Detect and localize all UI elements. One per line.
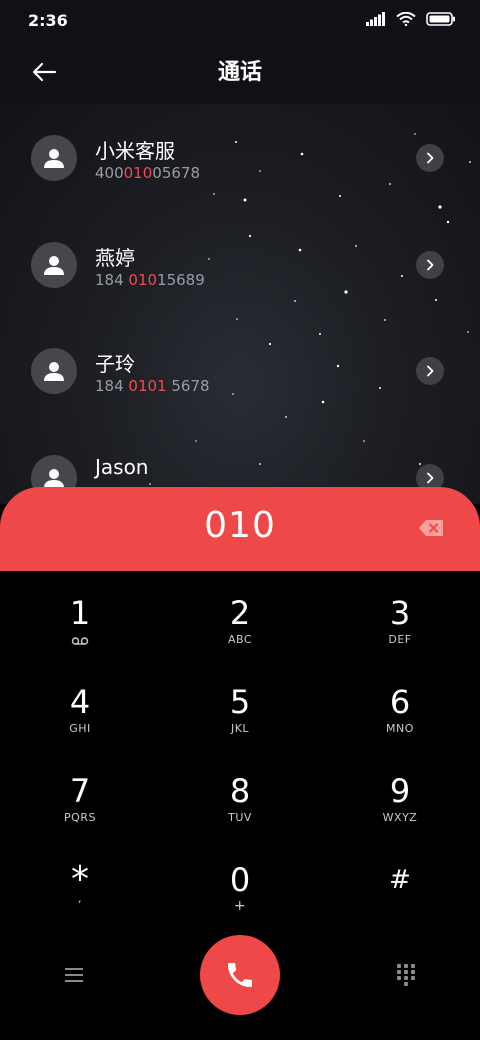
- key-digit: 3: [389, 594, 411, 632]
- contact-row[interactable]: 燕婷 184 01015689: [0, 211, 480, 301]
- key-5[interactable]: 5 JKL: [180, 660, 300, 748]
- contact-name: Jason: [95, 455, 149, 479]
- header: 通话: [0, 40, 480, 104]
- key-letters: ABC: [227, 633, 253, 646]
- wifi-icon: [396, 12, 416, 26]
- avatar: [31, 348, 77, 394]
- key-letters: DEF: [388, 633, 412, 646]
- key-digit: 2: [229, 594, 251, 632]
- phone-icon: [228, 963, 252, 987]
- menu-button[interactable]: [56, 957, 92, 993]
- signal-icon: [366, 12, 385, 26]
- person-icon: [44, 362, 64, 381]
- contact-detail-button[interactable]: [416, 251, 444, 279]
- contact-number: 184 0101 5678: [95, 377, 210, 395]
- key-digit: 1: [69, 594, 91, 632]
- avatar: [31, 135, 77, 181]
- status-bar: 2:36: [0, 0, 480, 40]
- contact-name: 小米客服: [95, 139, 175, 163]
- key-1[interactable]: 1: [20, 571, 140, 659]
- key-letters: GHI: [69, 722, 91, 735]
- key-letters: JKL: [230, 722, 250, 735]
- voicemail-icon: [71, 637, 89, 645]
- contact-row[interactable]: 小米客服 40001005678: [0, 104, 480, 194]
- contact-name: 子玲: [95, 352, 135, 376]
- key-6[interactable]: 6 MNO: [340, 660, 460, 748]
- contact-detail-button[interactable]: [416, 357, 444, 385]
- dial-number-display[interactable]: 010: [0, 505, 480, 546]
- key-3[interactable]: 3 DEF: [340, 571, 460, 659]
- avatar: [31, 242, 77, 288]
- key-digit: #: [389, 865, 411, 895]
- contact-list: 小米客服 40001005678 燕婷 184 01015689 子玲 184 …: [0, 104, 480, 504]
- contact-detail-button[interactable]: [416, 144, 444, 172]
- key-digit: 7: [69, 772, 91, 810]
- key-7[interactable]: 7 PQRS: [20, 749, 140, 837]
- key-letters: WXYZ: [382, 811, 418, 824]
- chevron-right-icon: [427, 472, 434, 484]
- match-highlight: 0101: [128, 377, 167, 395]
- match-highlight: 010: [123, 164, 153, 182]
- key-digit: 4: [69, 683, 91, 721]
- person-icon: [44, 149, 64, 168]
- contact-row[interactable]: 子玲 184 0101 5678: [0, 317, 480, 407]
- backspace-icon: [419, 520, 443, 536]
- key-letters: MNO: [386, 722, 414, 735]
- key-hash[interactable]: #: [340, 838, 460, 926]
- keypad: 1 2 ABC 3 DEF 4 GHI 5 JKL 6 MNO 7 PQRS 8…: [0, 571, 480, 927]
- key-8[interactable]: 8 TUV: [180, 749, 300, 837]
- dialpad-icon: [397, 964, 415, 986]
- menu-icon: [65, 968, 83, 982]
- key-4[interactable]: 4 GHI: [20, 660, 140, 748]
- contact-name: 燕婷: [95, 246, 135, 270]
- person-icon: [44, 256, 64, 275]
- chevron-right-icon: [427, 365, 434, 377]
- chevron-right-icon: [427, 259, 434, 271]
- key-digit: 0: [229, 861, 251, 899]
- key-letters: +: [233, 898, 247, 914]
- page-title: 通话: [217, 60, 262, 85]
- contact-number: 40001005678: [95, 164, 200, 182]
- status-time: 2:36: [28, 11, 68, 30]
- key-letters: TUV: [228, 811, 252, 824]
- key-digit: 6: [389, 683, 411, 721]
- key-2[interactable]: 2 ABC: [180, 571, 300, 659]
- key-digit: 5: [229, 683, 251, 721]
- dial-input-panel: 010: [0, 487, 480, 571]
- battery-icon: [426, 12, 455, 26]
- chevron-right-icon: [427, 152, 434, 164]
- call-button[interactable]: [200, 935, 280, 1015]
- key-star[interactable]: * ,: [20, 838, 140, 926]
- key-digit: 9: [389, 772, 411, 810]
- match-highlight: 010: [128, 271, 158, 289]
- status-icons: [366, 12, 456, 26]
- key-letters: ,: [78, 892, 82, 905]
- dialpad-toggle-button[interactable]: [388, 957, 424, 993]
- key-digit: 8: [229, 772, 251, 810]
- contact-number: 184 01015689: [95, 271, 205, 289]
- key-letters: PQRS: [64, 811, 96, 824]
- key-9[interactable]: 9 WXYZ: [340, 749, 460, 837]
- key-0[interactable]: 0 +: [180, 838, 300, 926]
- bottom-action-bar: [0, 927, 480, 1040]
- backspace-button[interactable]: [416, 517, 446, 539]
